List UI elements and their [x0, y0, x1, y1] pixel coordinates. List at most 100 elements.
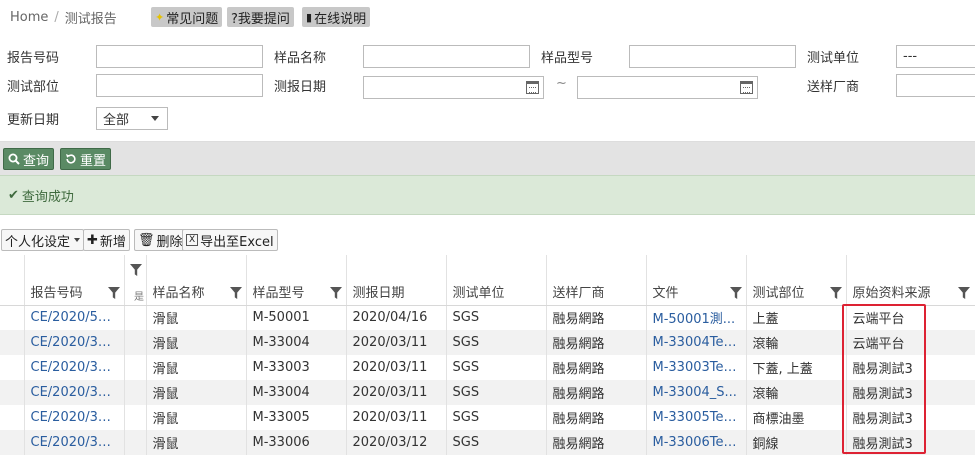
test-dept-input[interactable] [96, 74, 263, 97]
row-select-cell[interactable] [0, 330, 25, 355]
breadcrumb-home[interactable]: Home [10, 10, 48, 25]
test-dept-cell: 商標油墨 [746, 405, 847, 430]
report-no-cell[interactable]: CE/2020/33... [24, 405, 125, 430]
faq-button[interactable]: ✦ 常见问题 [151, 7, 223, 27]
calendar-icon[interactable] [740, 81, 753, 94]
column-header-test-dept[interactable]: 测试部位 [746, 255, 847, 306]
test-unit-select[interactable]: --- [896, 45, 975, 68]
report-date-from-input[interactable] [363, 76, 544, 99]
flag-cell [124, 405, 147, 430]
column-header-vendor[interactable]: 送样厂商 [546, 255, 647, 306]
column-label: 测报日期 [352, 285, 405, 301]
sample-name-cell: 滑鼠 [146, 330, 247, 355]
report-no-label: 报告号码 [7, 51, 60, 66]
table-row[interactable]: CE/2020/33... 滑鼠 M-33004 2020/03/11 SGS 融易網路 M… [0, 330, 975, 355]
column-header-report-date[interactable]: 测报日期 [346, 255, 447, 306]
column-label: 是 [131, 290, 143, 301]
report-no-cell[interactable]: CE/2020/50... [24, 305, 125, 330]
row-select-cell[interactable] [0, 380, 25, 405]
row-select-header [0, 255, 25, 306]
filter-icon[interactable] [729, 286, 742, 299]
report-date-cell: 2020/03/12 [346, 430, 447, 455]
vendor-cell: 融易網路 [546, 355, 647, 380]
column-header-sample-name[interactable]: 样品名称 [146, 255, 247, 306]
online-help-button[interactable]: ▮ 在线说明 [302, 7, 371, 27]
excel-icon: X [186, 234, 199, 246]
column-header-test-unit[interactable]: 测试单位 [446, 255, 547, 306]
row-select-cell[interactable] [0, 405, 25, 430]
vendor-cell: 融易網路 [546, 380, 647, 405]
table-row[interactable]: CE/2020/33... 滑鼠 M-33003 2020/03/11 SGS 融易網路 M… [0, 355, 975, 380]
ask-question-button[interactable]: ?我要提问 [227, 7, 294, 27]
add-label: 新增 [99, 234, 126, 250]
table-body: CE/2020/50... 滑鼠 M-50001 2020/04/16 SGS 融易網路 M… [0, 305, 975, 455]
table-row[interactable]: CE/2020/33... 滑鼠 M-33004 2020/03/11 SGS 融易網路 M… [0, 380, 975, 405]
action-bar: 查询 重置 [0, 141, 975, 175]
filter-icon[interactable] [329, 286, 342, 299]
chevron-down-icon [151, 116, 159, 121]
calendar-icon[interactable] [526, 81, 539, 94]
column-header-sample-model[interactable]: 样品型号 [246, 255, 347, 306]
sample-name-cell: 滑鼠 [146, 430, 247, 455]
filter-icon[interactable] [829, 286, 842, 299]
file-cell[interactable]: M-33004Tes... [646, 330, 747, 355]
query-label: 查询 [23, 153, 50, 169]
report-date-to-input[interactable] [577, 76, 758, 99]
chevron-down-icon [74, 238, 81, 242]
delete-button[interactable]: 🗑 删除 [134, 229, 187, 251]
test-unit-cell: SGS [446, 330, 547, 355]
online-help-label: 在线说明 [314, 11, 367, 27]
add-button[interactable]: ✚ 新增 [83, 229, 130, 251]
filter-icon[interactable] [129, 264, 142, 276]
export-excel-button[interactable]: X 导出至Excel [182, 229, 278, 251]
personalize-dropdown[interactable]: 个人化设定 [1, 229, 85, 251]
report-table: 报告号码 是 样品名称 样品型号 测报日期 测试单位 送样厂商 文件 测试部位 … [0, 255, 975, 455]
row-select-cell[interactable] [0, 430, 25, 455]
file-cell[interactable]: M-33003Tes... [646, 355, 747, 380]
data-source-cell: 融易測試3 [846, 430, 975, 455]
vendor-input[interactable] [896, 74, 975, 97]
table-row[interactable]: CE/2020/50... 滑鼠 M-50001 2020/04/16 SGS 融易網路 M… [0, 305, 975, 330]
sample-model-input[interactable] [629, 45, 796, 68]
column-label: 测试单位 [452, 285, 505, 301]
report-no-cell[interactable]: CE/2020/33... [24, 355, 125, 380]
data-source-cell: 云端平台 [846, 330, 975, 355]
test-dept-cell: 滾輪 [746, 380, 847, 405]
flag-cell [124, 380, 147, 405]
row-select-cell[interactable] [0, 305, 25, 330]
sample-model-cell: M-33005 [246, 405, 347, 430]
table-row[interactable]: CE/2020/33... 滑鼠 M-33005 2020/03/11 SGS 融易網路 M… [0, 405, 975, 430]
filter-icon[interactable] [229, 286, 242, 299]
column-label: 测试部位 [752, 285, 805, 301]
column-header-flag[interactable]: 是 [124, 255, 147, 306]
report-no-cell[interactable]: CE/2020/33... [24, 380, 125, 405]
report-date-label: 测报日期 [274, 80, 327, 95]
sample-name-input[interactable] [363, 45, 530, 68]
reset-button[interactable]: 重置 [60, 148, 112, 170]
update-date-select[interactable]: 全部 [96, 107, 168, 130]
column-header-file[interactable]: 文件 [646, 255, 747, 306]
test-dept-cell: 下蓋, 上蓋 [746, 355, 847, 380]
file-cell[interactable]: M-50001測... [646, 305, 747, 330]
table-row[interactable]: CE/2020/33... 滑鼠 M-33006 2020/03/12 SGS 融易網路 M… [0, 430, 975, 455]
vendor-cell: 融易網路 [546, 305, 647, 330]
report-no-input[interactable] [96, 45, 263, 68]
column-header-data-source[interactable]: 原始资料来源 [846, 255, 975, 306]
filter-icon[interactable] [107, 286, 120, 299]
file-cell[interactable]: M-33005Tes... [646, 405, 747, 430]
test-dept-label: 测试部位 [7, 80, 60, 95]
file-cell[interactable]: M-33004_S... [646, 380, 747, 405]
personalize-label: 个人化设定 [5, 234, 71, 250]
success-message: ✔ 查询成功 [0, 175, 975, 215]
column-label: 样品型号 [252, 285, 305, 301]
row-select-cell[interactable] [0, 355, 25, 380]
report-no-cell[interactable]: CE/2020/33... [24, 430, 125, 455]
file-cell[interactable]: M-33006Tes... [646, 430, 747, 455]
report-no-cell[interactable]: CE/2020/33... [24, 330, 125, 355]
report-date-cell: 2020/04/16 [346, 305, 447, 330]
filter-icon[interactable] [957, 286, 970, 299]
sample-model-cell: M-33003 [246, 355, 347, 380]
query-button[interactable]: 查询 [3, 148, 55, 170]
column-header-report-no[interactable]: 报告号码 [24, 255, 125, 306]
data-source-cell: 融易測試3 [846, 405, 975, 430]
